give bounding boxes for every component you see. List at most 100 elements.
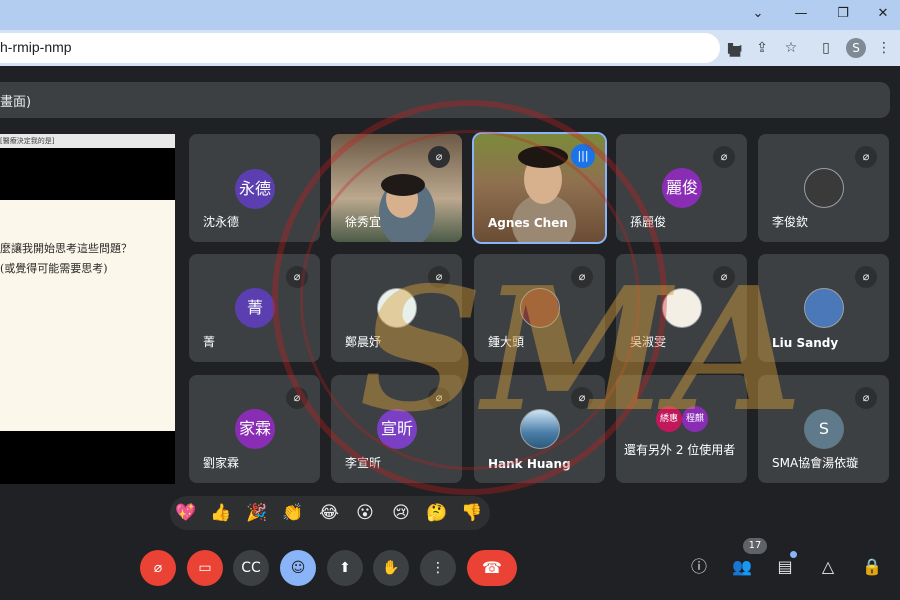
host-controls-button[interactable]: 🔒 [859,554,885,580]
participant-tile[interactable]: ⌀ 吳淑雯 [616,254,747,362]
participant-tile[interactable]: ⌀ 李俊欽 [758,134,889,242]
meeting-topbar: 畫面) [0,82,890,118]
reaction-sad[interactable]: 😢 [389,502,413,524]
camera-icon[interactable]: ▮◂ [724,38,744,58]
mic-off-icon: ⌀ [153,560,163,576]
meeting-area: 畫面) [醫療決定我的是] 麼讓我開始思考這些問題？ (或覺得可能需要思考) 永… [0,66,900,600]
mic-off-icon: ⌀ [855,146,877,168]
reaction-heart[interactable]: 💖 [174,502,198,524]
participant-tile[interactable]: 宣昕 ⌀ 李宣昕 [331,375,462,483]
mic-toggle-button[interactable]: ⌀ [140,550,176,586]
sidepanel-icon[interactable]: ▯ [816,38,836,58]
present-button[interactable]: ⬆ [327,550,363,586]
chat-icon: ▤ [777,557,793,576]
smile-icon: ☺ [290,560,306,576]
mic-off-icon: ⌀ [713,146,735,168]
mic-off-icon: ⌀ [428,266,450,288]
profile-avatar[interactable]: S [846,38,866,58]
chat-notification-dot [790,551,797,558]
info-icon: ⓘ [690,557,707,576]
participant-tile[interactable]: ⌀ 鄭晨妤 [331,254,462,362]
reaction-thinking[interactable]: 🤔 [425,502,449,524]
participant-tile[interactable]: 菁 ⌀ 菁 [189,254,320,362]
hangup-icon: ☎ [482,558,502,577]
participant-name: 劉家霖 [203,456,240,470]
participant-tile[interactable]: 綉惠 程麒 還有另外 2 位使用者 [616,375,747,483]
speaking-indicator-icon: ||| [571,144,595,168]
activities-button[interactable]: △ [815,554,841,580]
reaction-party[interactable]: 🎉 [245,502,269,524]
participant-name: 菁 [203,335,216,349]
mic-off-icon: ⌀ [286,387,308,409]
mic-off-icon: ⌀ [713,266,735,288]
reaction-bar: 💖 👍 🎉 👏 😂 😮 😢 🤔 👎 [170,496,490,530]
presentation-panel[interactable]: [醫療決定我的是] 麼讓我開始思考這些問題？ (或覺得可能需要思考) [0,134,175,484]
participant-tile[interactable]: S ⌀ SMA協會湯依璇 [758,375,889,483]
reactions-button[interactable]: ☺ [280,550,316,586]
mic-off-icon: ⌀ [571,387,593,409]
participant-name: 還有另外 2 位使用者 [624,443,736,457]
info-button[interactable]: ⓘ [686,554,712,580]
more-options-button[interactable]: ⋮ [420,550,456,586]
reaction-surprised[interactable]: 😮 [353,502,377,524]
participant-tile[interactable]: ||| Agnes Chen [472,132,607,244]
bookmark-star-icon[interactable]: ☆ [781,38,801,58]
participant-name: 孫麗俊 [630,215,667,229]
camera-off-icon: ▭ [198,560,212,576]
mic-off-icon: ⌀ [428,387,450,409]
participant-tile[interactable]: ⌀ Liu Sandy [758,254,889,362]
participant-name: SMA協會湯依璇 [772,456,859,470]
captions-button[interactable]: CC [233,550,269,586]
raise-hand-button[interactable]: ✋ [373,550,409,586]
avatar: 菁 [235,288,275,328]
participant-name: Agnes Chen [488,216,568,230]
participant-name: 李俊欽 [772,215,809,229]
participant-tile[interactable]: ⌀ 徐秀宜 [331,134,462,242]
others-avatar: 綉惠 [656,406,682,432]
share-icon[interactable]: ⇪ [752,38,772,58]
slide: 麼讓我開始思考這些問題？ (或覺得可能需要思考) [0,200,175,431]
reaction-thumbs-up[interactable]: 👍 [209,502,233,524]
participant-name: 鍾大頭 [488,335,525,349]
avatar: 永德 [235,169,275,209]
people-button[interactable]: 👥 [729,554,755,580]
participant-tile[interactable]: 家霖 ⌀ 劉家霖 [189,375,320,483]
participant-tile[interactable]: 永德 沈永德 [189,134,320,242]
participant-tile[interactable]: 麗俊 ⌀ 孫麗俊 [616,134,747,242]
participant-tile[interactable]: ⌀ 鍾大頭 [474,254,605,362]
person-hair [518,146,568,168]
restore-icon[interactable]: ❐ [830,4,856,24]
camera-toggle-button[interactable]: ▭ [187,550,223,586]
participant-count-badge: 17 [743,538,767,554]
minimize-icon[interactable]: — [788,4,814,24]
avatar [662,288,702,328]
browser-titlebar: ⌄ — ❐ ✕ [0,0,900,30]
avatar: 宣昕 [377,409,417,449]
reaction-clap[interactable]: 👏 [281,502,305,524]
participant-tile[interactable]: ⌀ Hank Huang [474,375,605,483]
lock-icon: 🔒 [862,557,882,576]
participant-name: 徐秀宜 [345,215,382,229]
avatar [377,288,417,328]
hand-icon: ✋ [382,560,400,576]
address-bar[interactable]: h-rmip-nmp ■ [0,33,742,63]
participant-name: 鄭晨妤 [345,335,382,349]
slide-line: (或覺得可能需要思考) [0,262,108,275]
participant-name: 李宣昕 [345,456,382,470]
more-vert-icon[interactable]: ⋮ [874,38,894,58]
mic-off-icon: ⌀ [286,266,308,288]
reaction-thumbs-down[interactable]: 👎 [460,502,484,524]
browser-toolbar: h-rmip-nmp ■ ▮◂ ⇪ ☆ ▯ S ⋮ [0,30,900,66]
mic-off-icon: ⌀ [428,146,450,168]
chevron-down-icon[interactable]: ⌄ [745,4,771,24]
avatar [520,409,560,449]
participant-name: 沈永德 [203,215,240,229]
leave-call-button[interactable]: ☎ [467,550,517,586]
reaction-laugh[interactable]: 😂 [317,502,341,524]
more-vert-icon: ⋮ [431,560,445,576]
present-icon: ⬆ [339,560,351,576]
participant-name: 吳淑雯 [630,335,667,349]
close-icon[interactable]: ✕ [870,4,896,24]
avatar [804,288,844,328]
participant-name: Hank Huang [488,457,571,471]
